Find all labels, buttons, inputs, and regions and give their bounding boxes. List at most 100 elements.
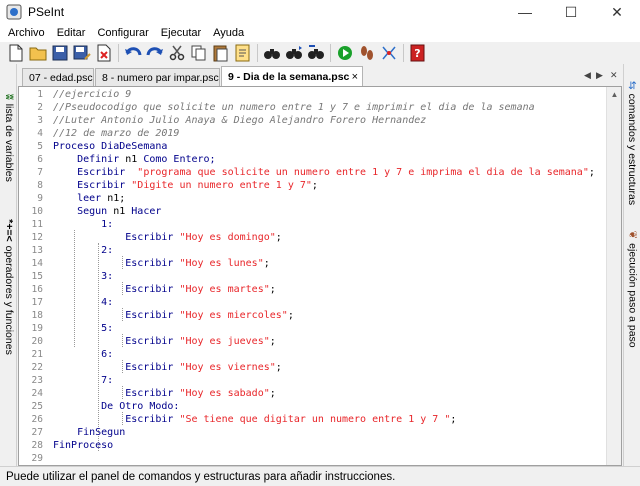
line-number: 14: [31, 258, 43, 269]
help-button[interactable]: ?: [407, 43, 429, 63]
comment-button[interactable]: [232, 43, 254, 63]
code-token: "Hoy es jueves": [179, 336, 270, 347]
code-editor[interactable]: 1 2 3 4 5 6 7 8 9 10 11 12 13 14 15 16 17 18 19 20 21 22 23 24 2…: [18, 86, 622, 466]
line-number: 13: [31, 245, 43, 256]
commands-structures-tab[interactable]: ⇆ comandos y estructuras: [624, 68, 640, 218]
code-line: Escribir "Digite un numero entre 1 y 7";: [53, 179, 318, 192]
code-token: Escribir: [53, 388, 180, 399]
code-line: 2:: [53, 244, 113, 257]
code-token: //Pseudocodigo que solicite un numero en…: [53, 102, 535, 113]
code-token: ;: [269, 284, 276, 295]
tab-dia-de-la-semana[interactable]: 9 - Dia de la semana.psc ×: [221, 66, 363, 86]
copy-button[interactable]: [188, 43, 210, 63]
line-number-gutter: 1 2 3 4 5 6 7 8 9 10 11 12 13 14 15 16 17 18 19 20 21 22 23 24 2…: [19, 87, 53, 465]
code-token: DiaDeSemana: [101, 141, 168, 152]
find-button[interactable]: [261, 43, 283, 63]
close-window-button[interactable]: ✕: [594, 0, 640, 24]
run-button[interactable]: [334, 43, 356, 63]
maximize-button[interactable]: ☐: [548, 0, 594, 24]
tab-close-icon[interactable]: ×: [352, 71, 358, 83]
vertical-scrollbar[interactable]: ▲: [606, 87, 621, 465]
save-as-button[interactable]: [71, 43, 93, 63]
code-token: Escribir: [53, 414, 180, 425]
cut-button[interactable]: [166, 43, 188, 63]
flowchart-icon: [382, 46, 396, 60]
line-number: 18: [31, 310, 43, 321]
status-bar: Puede utilizar el panel de comandos y es…: [0, 466, 640, 486]
scroll-up-icon[interactable]: ▲: [607, 87, 621, 102]
code-token: Escribir: [53, 232, 180, 243]
line-number: 27: [31, 427, 43, 438]
line-number: 10: [31, 206, 43, 217]
menu-archivo[interactable]: Archivo: [2, 27, 51, 39]
svg-text:?: ?: [414, 47, 420, 60]
save-button[interactable]: [49, 43, 71, 63]
code-line: leer n1;: [53, 192, 125, 205]
code-token: Escribir: [53, 258, 180, 269]
code-token: 2:: [53, 245, 114, 256]
step-button[interactable]: [356, 43, 378, 63]
find-next-button[interactable]: [283, 43, 305, 63]
line-number: 11: [31, 219, 43, 230]
variables-icon: ʬ: [2, 94, 15, 100]
paste-icon: [213, 45, 228, 62]
code-token: "Se tiene que digitar un numero entre 1 …: [179, 414, 451, 425]
code-token: Escribir: [53, 336, 180, 347]
paste-button[interactable]: [210, 43, 232, 63]
code-token: n1: [125, 154, 138, 165]
file-tabs: 07 - edad.psc 8 - numero par impar.psc 9…: [18, 66, 622, 86]
code-token: 6:: [53, 349, 114, 360]
play-icon: [338, 46, 352, 60]
toolbar-separator: [118, 44, 119, 62]
pseint-app-icon: [6, 4, 22, 20]
tab-close-all-icon[interactable]: ✕: [610, 70, 618, 81]
code-token: //Luter Antonio Julio Anaya & Diego Alej…: [53, 115, 427, 126]
menu-ejecutar[interactable]: Ejecutar: [155, 27, 207, 39]
right-side-panel: ⇆ comandos y estructuras ❦ ejecución pas…: [623, 64, 640, 466]
line-number: 22: [31, 362, 43, 373]
undo-button[interactable]: [122, 43, 144, 63]
code-token: FinSegun: [53, 427, 126, 438]
variables-list-tab[interactable]: ʬ lista de variables: [0, 68, 17, 208]
open-folder-button[interactable]: [27, 43, 49, 63]
new-file-button[interactable]: [5, 43, 27, 63]
step-tab-label: ejecución paso a paso: [626, 243, 639, 348]
code-line: Definir n1 Como Entero;: [53, 153, 216, 166]
code-token: leer: [53, 193, 108, 204]
step-by-step-tab[interactable]: ❦ ejecución paso a paso: [624, 224, 640, 354]
menu-bar: Archivo Editar Configurar Ejecutar Ayuda: [0, 24, 640, 42]
line-number: 17: [31, 297, 43, 308]
code-line: //Luter Antonio Julio Anaya & Diego Alej…: [53, 114, 426, 127]
maximize-icon: ☐: [564, 3, 578, 20]
scissors-icon: [169, 45, 185, 61]
operators-functions-tab[interactable]: *+=< operadores y funciones: [0, 212, 17, 362]
code-token: //12 de marzo de 2019: [53, 128, 180, 139]
debug-button[interactable]: [378, 43, 400, 63]
menu-configurar[interactable]: Configurar: [91, 27, 154, 39]
code-line: 7:: [53, 374, 113, 387]
tab-prev-icon[interactable]: ◀: [584, 70, 591, 81]
code-line: 1:: [53, 218, 113, 231]
line-number: 19: [31, 323, 43, 334]
code-line: //ejercicio 9: [53, 88, 131, 101]
code-token: 5:: [53, 323, 114, 334]
menu-ayuda[interactable]: Ayuda: [207, 27, 250, 39]
toolbar-separator: [403, 44, 404, 62]
operators-tab-label: operadores y funciones: [2, 245, 15, 355]
code-area[interactable]: //ejercicio 9 //Pseudocodigo que solicite…: [53, 87, 621, 465]
menu-editar[interactable]: Editar: [51, 27, 92, 39]
tab-numero-par-impar[interactable]: 8 - numero par impar.psc: [95, 68, 220, 86]
code-line: Escribir "Hoy es martes";: [53, 283, 276, 296]
tab-next-icon[interactable]: ▶: [596, 70, 603, 81]
code-token: ;: [269, 388, 276, 399]
code-token: Escribir: [53, 180, 132, 191]
redo-button[interactable]: [144, 43, 166, 63]
find-next-icon: [286, 46, 302, 59]
close-file-button[interactable]: [93, 43, 115, 63]
tab-edad[interactable]: 07 - edad.psc: [22, 68, 94, 86]
code-token: Definir: [53, 154, 126, 165]
replace-icon: [308, 45, 324, 59]
replace-button[interactable]: [305, 43, 327, 63]
code-token: "programa que solicite un numero entre 1…: [137, 167, 589, 178]
minimize-button[interactable]: —: [502, 0, 548, 24]
